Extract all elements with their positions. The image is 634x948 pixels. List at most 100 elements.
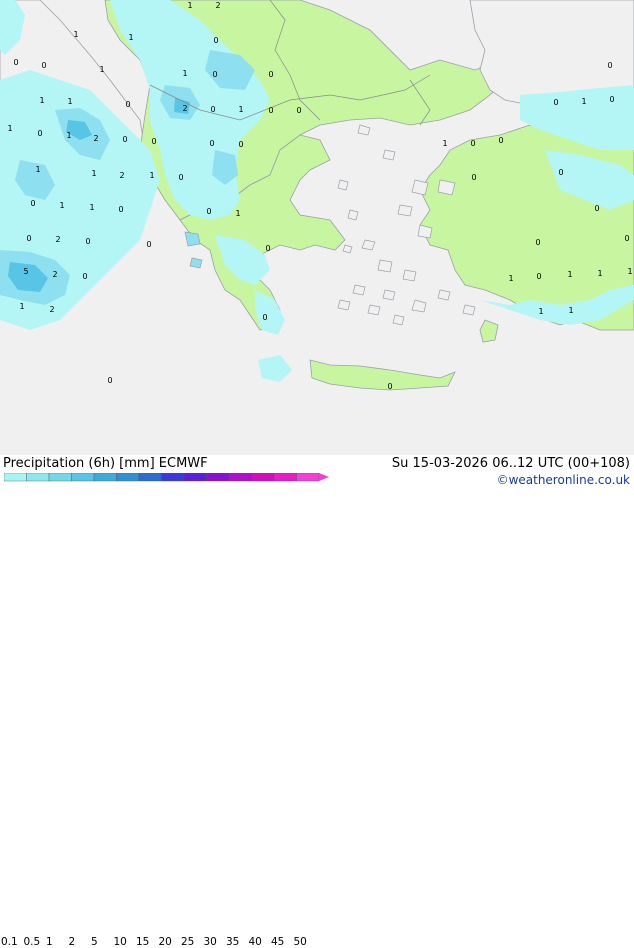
legend-tick-label: 40: [248, 936, 262, 948]
value-label: 1: [627, 267, 632, 276]
footer: Precipitation (6h) [mm] ECMWF Su 15-03-2…: [0, 455, 634, 948]
value-label: 1: [182, 69, 187, 78]
value-label: 1: [538, 307, 543, 316]
value-label: 2: [119, 171, 124, 180]
value-label: 0: [118, 205, 123, 214]
value-label: 0: [26, 234, 31, 243]
value-label: 0: [609, 95, 614, 104]
value-label: 0: [624, 234, 629, 243]
value-label: 0: [498, 136, 503, 145]
value-label: 1: [149, 171, 154, 180]
value-label: 1: [35, 165, 40, 174]
value-label: 0: [146, 240, 151, 249]
value-label: 0: [268, 106, 273, 115]
value-label: 0: [213, 36, 218, 45]
value-label: 0: [238, 140, 243, 149]
value-label: 2: [49, 305, 54, 314]
legend-tick-label: 30: [203, 936, 217, 948]
value-label: 0: [387, 382, 392, 391]
value-label: 1: [99, 65, 104, 74]
legend-swatch: [296, 473, 320, 482]
value-label: 0: [265, 244, 270, 253]
credit-link[interactable]: ©weatheronline.co.uk: [497, 473, 630, 487]
value-label: 0: [82, 272, 87, 281]
value-label: 0: [41, 61, 46, 70]
value-label: 1: [91, 169, 96, 178]
value-label: 0: [85, 237, 90, 246]
value-label: 2: [55, 235, 60, 244]
legend-swatch: [206, 473, 230, 482]
legend-colorbar: [4, 473, 329, 482]
value-label: 0: [125, 100, 130, 109]
legend-swatch: [26, 473, 50, 482]
value-label: 0: [268, 70, 273, 79]
legend-swatch: [161, 473, 185, 482]
value-label: 0: [30, 199, 35, 208]
legend-swatch: [4, 473, 27, 482]
value-label: 0: [178, 173, 183, 182]
value-label: 0: [122, 135, 127, 144]
value-label: 1: [19, 302, 24, 311]
legend-swatch: [48, 473, 72, 482]
map-title: Precipitation (6h) [mm] ECMWF: [3, 456, 208, 471]
legend-swatch: [183, 473, 207, 482]
value-label: 0: [151, 137, 156, 146]
legend-tick-label: 15: [136, 936, 150, 948]
value-label: 0: [209, 139, 214, 148]
legend-overflow-arrow: [319, 473, 329, 481]
value-label: 0: [210, 105, 215, 114]
value-label: 1: [442, 139, 447, 148]
value-label: 1: [66, 131, 71, 140]
legend-tick-label: 0.5: [23, 936, 41, 948]
value-label: 1: [7, 124, 12, 133]
legend-tick-label: 45: [271, 936, 285, 948]
value-label: 0: [296, 106, 301, 115]
legend-tick-label: 10: [113, 936, 127, 948]
legend-tick-label: 5: [91, 936, 98, 948]
legend-swatch: [71, 473, 95, 482]
value-label: 0: [471, 173, 476, 182]
value-label: 0: [13, 58, 18, 67]
value-label: 1: [597, 269, 602, 278]
value-label: 0: [470, 139, 475, 148]
legend-tick-label: 1: [46, 936, 53, 948]
legend-tick-label: 2: [68, 936, 76, 948]
value-label: 0: [594, 204, 599, 213]
value-label: 2: [52, 270, 57, 279]
value-label: 0: [558, 168, 563, 177]
legend-tick-label: 0.1: [1, 936, 18, 948]
value-label: 1: [187, 1, 192, 10]
legend-swatch: [228, 473, 252, 482]
precipitation-map: 1 2 0 0 1 1 0 1 1 0 0 1 1 0 2 0 1 0 0 1 0 1 2 0 0 0 0 1 0 0 1 1 2 1 0 0 0 0 1 1…: [0, 0, 634, 455]
value-label: 1: [238, 105, 243, 114]
value-label: 1: [567, 270, 572, 279]
value-label: 1: [508, 274, 513, 283]
legend-tick-label: 50: [293, 936, 307, 948]
value-label: 0: [607, 61, 612, 70]
legend-swatch: [116, 473, 140, 482]
legend-tick-label: 20: [158, 936, 172, 948]
value-label: 0: [535, 238, 540, 247]
value-label: 5: [23, 267, 28, 276]
map-area: 1 2 0 0 1 1 0 1 1 0 0 1 1 0 2 0 1 0 0 1 0 1 2 0 0 0 0 1 0 0 1 1 2 1 0 0 0 0 1 1…: [0, 0, 634, 455]
value-label: 1: [128, 33, 133, 42]
value-label: 2: [182, 104, 187, 113]
legend-swatch: [138, 473, 162, 482]
value-label: 0: [212, 70, 217, 79]
value-label: 1: [67, 97, 72, 106]
value-label: 0: [107, 376, 112, 385]
value-label: 0: [37, 129, 42, 138]
value-label: 1: [89, 203, 94, 212]
legend-tick-label: 35: [226, 936, 240, 948]
value-label: 0: [206, 207, 211, 216]
value-label: 1: [59, 201, 64, 210]
value-label: 1: [581, 97, 586, 106]
value-label: 2: [215, 1, 220, 10]
legend-swatch: [251, 473, 275, 482]
value-label: 0: [262, 313, 267, 322]
value-label: 1: [39, 96, 44, 105]
value-label: 1: [235, 209, 240, 218]
value-label: 2: [93, 134, 98, 143]
legend-tick-label: 25: [181, 936, 195, 948]
legend-swatch: [93, 473, 117, 482]
